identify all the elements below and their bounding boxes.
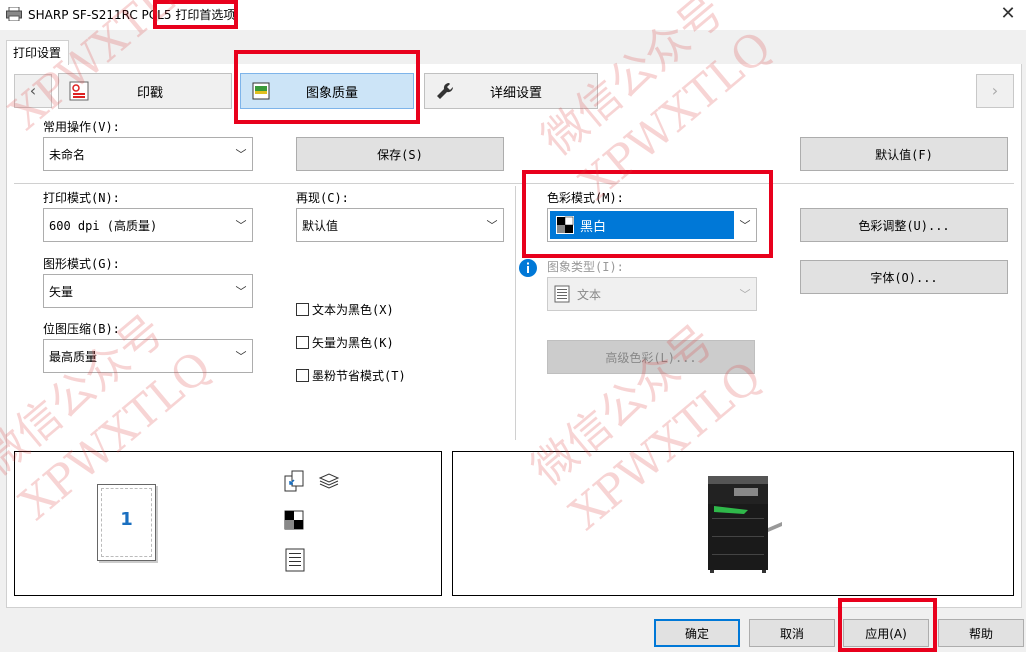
bitmap-compression-label: 位图压缩(B): [43,322,120,336]
advanced-color-button[interactable]: 高级色彩(L)... [547,340,755,374]
nav-prev-button[interactable]: ‹ [14,74,52,108]
reproduce-label: 再现(C): [296,191,349,205]
checkbox-box[interactable] [296,336,309,349]
nav-next-button[interactable]: › [976,74,1014,108]
image-type-value: 文本 [577,287,602,302]
category-stamp[interactable]: 印戳 [58,73,232,109]
highlight-box-color-mode [522,170,773,258]
checkbox-text-black-label: 文本为黑色(X) [312,303,394,317]
checkbox-toner-save[interactable]: 墨粉节省模式(T) [296,367,406,384]
image-type-label: 图象类型(I): [547,260,624,274]
copies-icon [284,470,304,492]
bitmap-compression-select[interactable]: 最高质量 ﹀ [43,339,253,373]
text-document-icon [285,548,305,572]
page-thumbnail: 1 [97,484,156,561]
chevron-down-icon: ﹀ [235,219,247,232]
section-divider [14,183,1014,184]
category-detail-settings[interactable]: 详细设置 [424,73,598,109]
text-document-icon [554,285,570,303]
page-number: 1 [120,509,133,530]
print-mode-value: 600 dpi (高质量) [49,218,158,233]
stamp-icon [59,80,99,102]
graphics-mode-value: 矢量 [49,284,74,299]
print-mode-select[interactable]: 600 dpi (高质量) ﹀ [43,208,253,242]
defaults-button[interactable]: 默认值(F) [800,137,1008,171]
highlight-box-title [153,0,238,29]
chevron-down-icon: ﹀ [235,285,247,298]
font-button[interactable]: 字体(O)... [800,260,1008,294]
highlight-box-image-quality [234,50,420,124]
checkbox-text-black[interactable]: 文本为黑色(X) [296,301,394,318]
tab-print-settings[interactable]: 打印设置 [6,40,69,65]
stack-icon [318,473,340,489]
bitmap-compression-value: 最高质量 [49,349,98,364]
cancel-button[interactable]: 取消 [749,619,835,647]
printer-machine-icon [708,476,782,573]
reproduce-value: 默认值 [302,218,339,233]
wrench-icon [425,80,465,102]
chevron-down-icon: ﹀ [235,148,247,161]
reproduce-select[interactable]: 默认值 ﹀ [296,208,504,242]
save-button[interactable]: 保存(S) [296,137,504,171]
window-title-prefix: SHARP SF-S211RC PCL5 [28,8,172,22]
graphics-mode-select[interactable]: 矢量 ﹀ [43,274,253,308]
info-icon [519,259,537,277]
close-button[interactable]: ✕ [994,3,1022,25]
black-white-icon [284,510,304,530]
checkbox-vector-black[interactable]: 矢量为黑色(K) [296,334,394,351]
printer-icon [6,7,22,21]
help-button[interactable]: 帮助 [938,619,1024,647]
checkbox-toner-save-label: 墨粉节省模式(T) [312,369,406,383]
checkbox-box[interactable] [296,303,309,316]
chevron-down-icon: ﹀ [739,288,751,301]
category-stamp-label: 印戳 [136,85,163,101]
checkbox-vector-black-label: 矢量为黑色(K) [312,336,394,350]
common-operations-value: 未命名 [49,147,86,162]
chevron-down-icon: ﹀ [235,350,247,363]
graphics-mode-label: 图形模式(G): [43,257,120,271]
common-operations-select[interactable]: 未命名 ﹀ [43,137,253,171]
highlight-box-apply [838,598,937,652]
print-mode-label: 打印模式(N): [43,191,120,205]
page-preview-panel [14,451,442,596]
checkbox-box[interactable] [296,369,309,382]
color-adjust-button[interactable]: 色彩调整(U)... [800,208,1008,242]
category-detail-settings-label: 详细设置 [489,85,542,101]
chevron-down-icon: ﹀ [486,219,498,232]
image-type-select[interactable]: 文本 ﹀ [547,277,757,311]
column-divider [515,186,516,440]
common-operations-label: 常用操作(V): [43,120,120,134]
ok-button[interactable]: 确定 [654,619,740,647]
